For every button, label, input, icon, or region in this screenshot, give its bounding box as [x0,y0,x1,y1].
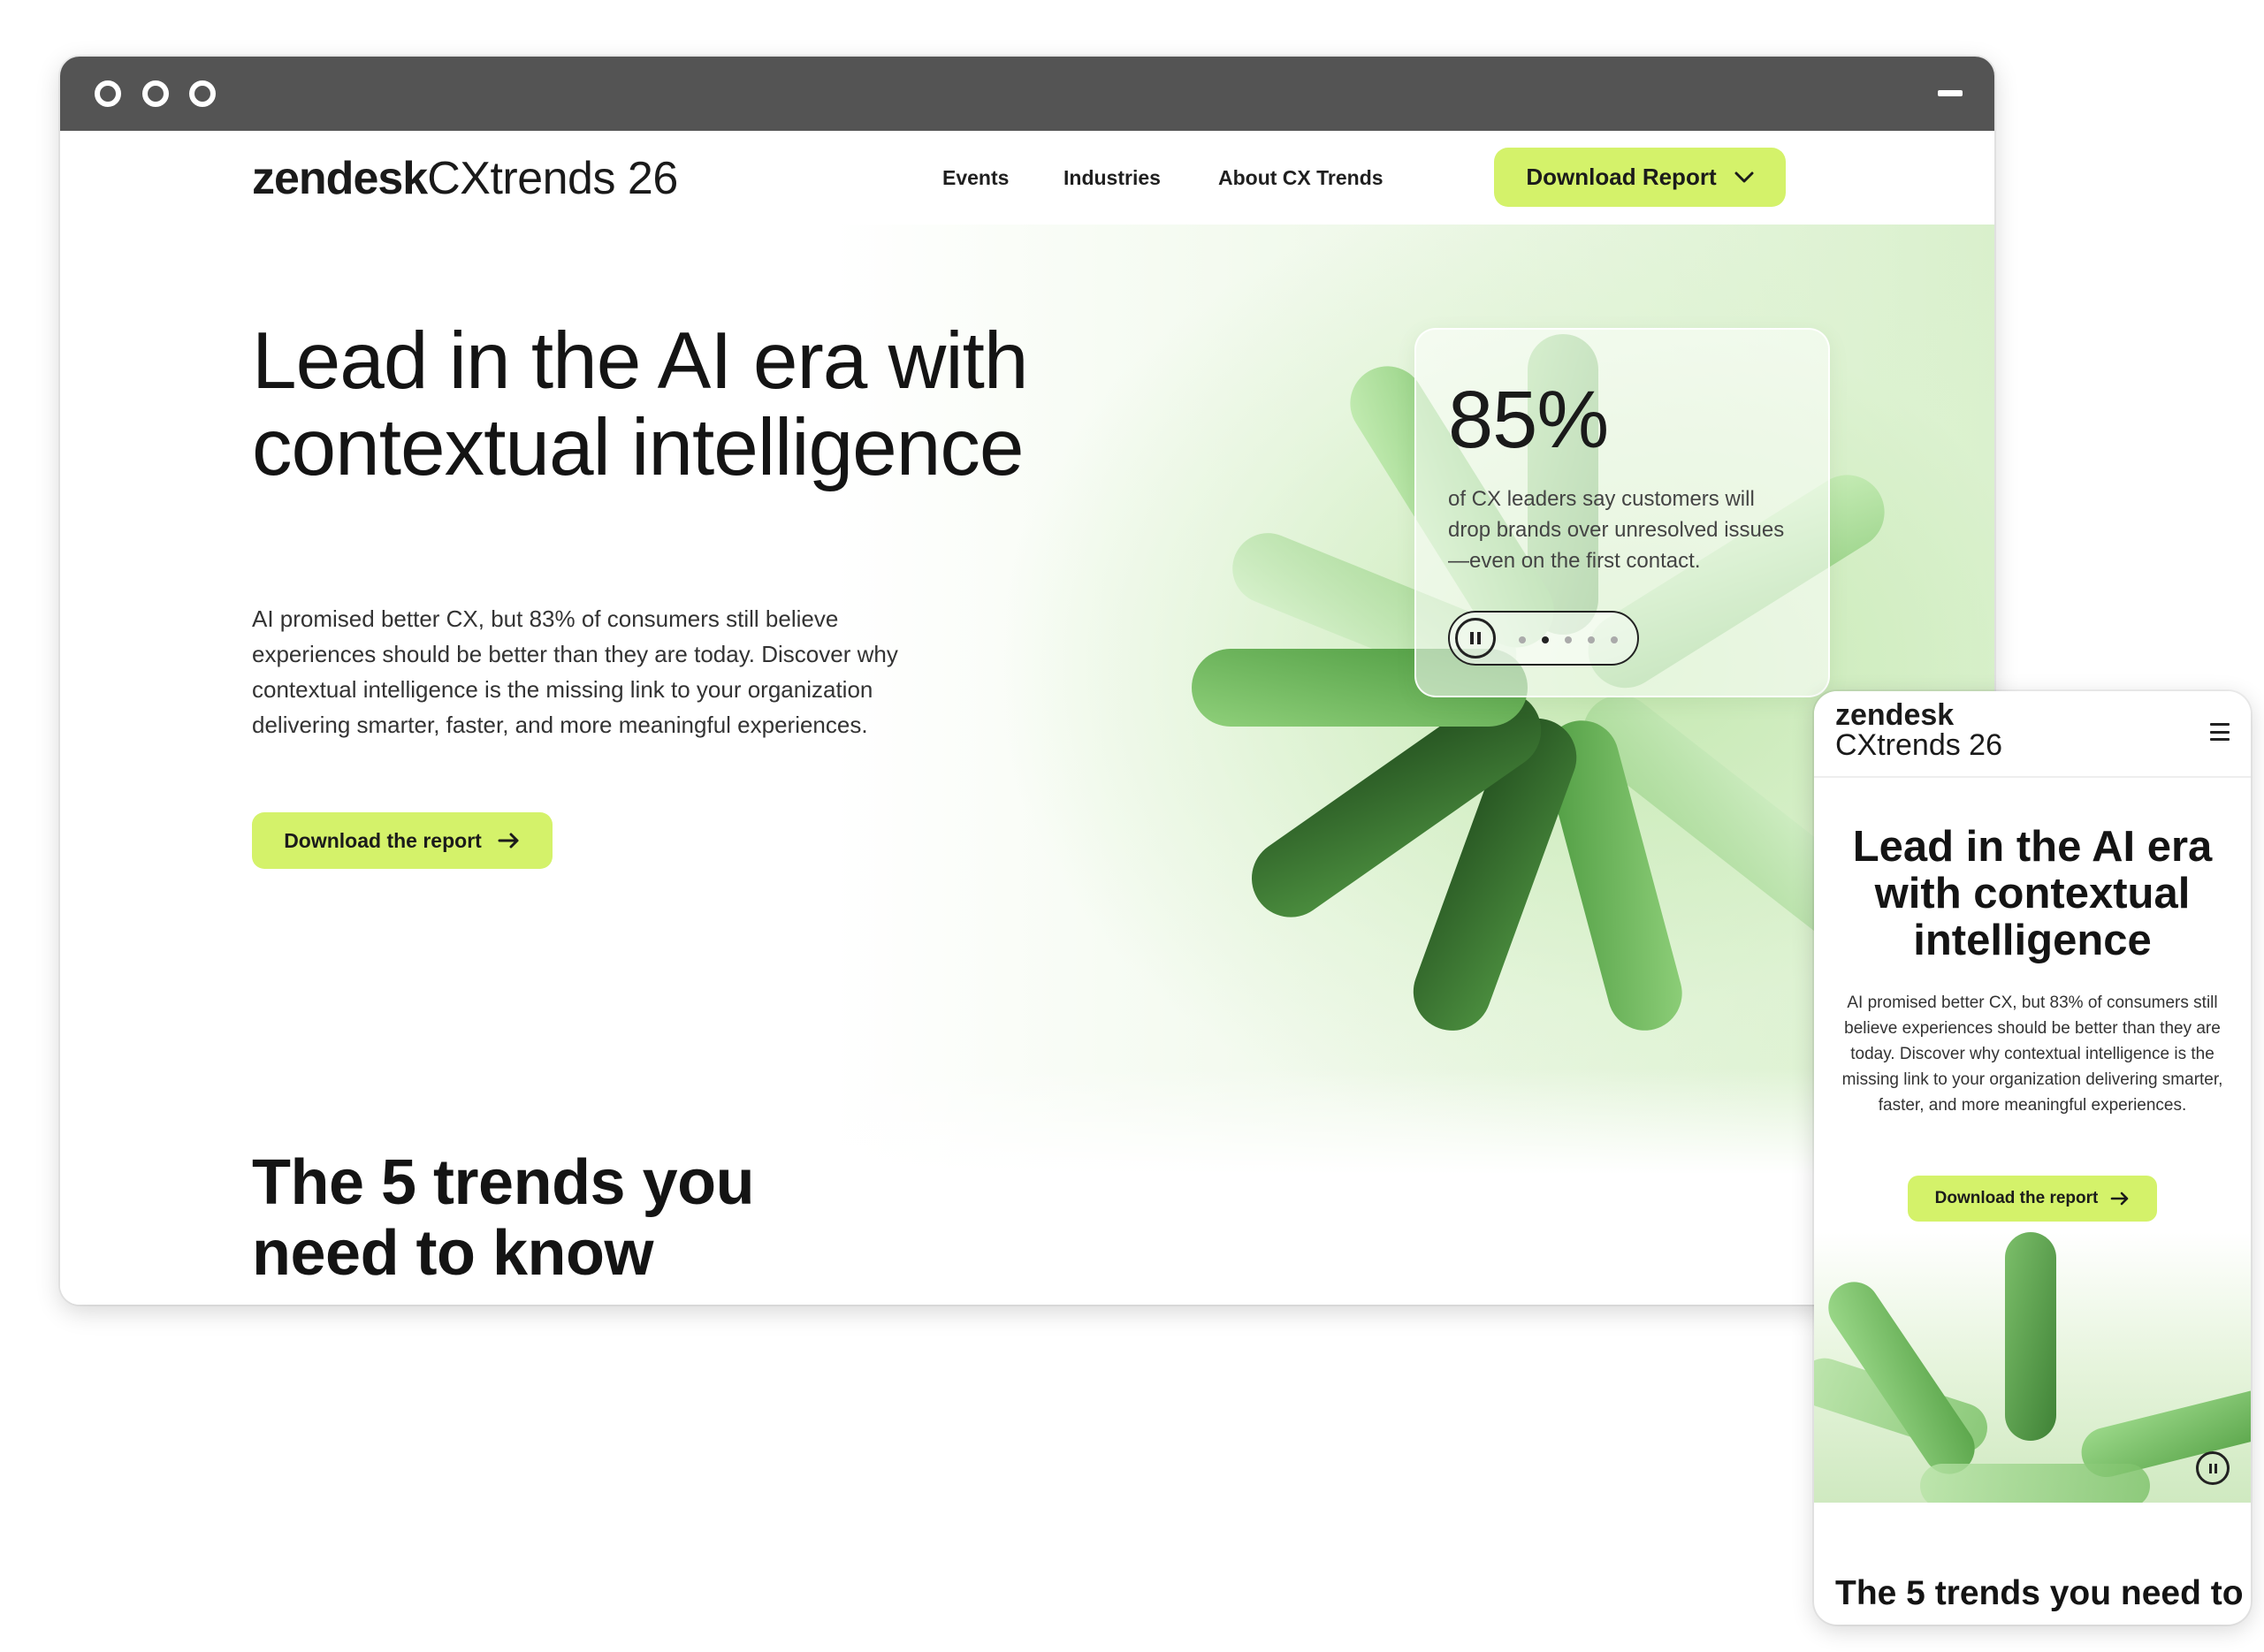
mobile-frame: zendesk CXtrends 26 Lead in the AI era w… [1814,691,2251,1625]
mobile-download-the-report-button[interactable]: Download the report [1908,1176,2157,1222]
stat-card: 85% of CX leaders say customers will dro… [1414,328,1830,697]
download-report-label: Download Report [1526,164,1717,190]
mobile-petal-art [1814,1232,2251,1503]
nav-link-events[interactable]: Events [942,166,1009,190]
nav-link-about-cx-trends[interactable]: About CX Trends [1218,166,1384,190]
arrow-right-icon [498,833,519,849]
arrow-right-icon [2111,1191,2129,1206]
window-maximize-circle-icon[interactable] [189,80,216,107]
window-minimize-circle-icon[interactable] [142,80,169,107]
carousel-dot[interactable] [1519,636,1526,643]
carousel-dot-active[interactable] [1542,636,1549,643]
stat-text: of CX leaders say customers will drop br… [1448,487,1785,573]
hero-title: Lead in the AI era with contextual intel… [252,316,1029,492]
trends-section-title: The 5 trends you need to know [252,1147,755,1289]
petal [2005,1232,2056,1441]
desktop-site: zendeskCXtrends 26 Events Industries Abo… [60,131,1994,1305]
mobile-zendesk-logo[interactable]: zendesk CXtrends 26 [1835,700,2002,760]
mobile-logo-brand: zendesk [1835,698,1955,732]
mobile-pause-icon[interactable] [2196,1451,2230,1485]
cta-label: Download the report [284,828,482,852]
window-minimize-icon[interactable] [1938,90,1963,96]
hero-body: AI promised better CX, but 83% of consum… [252,605,898,738]
window-titlebar [60,57,1994,131]
desktop-browser-window: zendeskCXtrends 26 Events Industries Abo… [60,57,1994,1305]
petal [1920,1464,2150,1503]
hamburger-menu-icon[interactable] [2210,723,2230,741]
mobile-hero-body: AI promised better CX, but 83% of consum… [1841,993,2223,1115]
zendesk-logo[interactable]: zendeskCXtrends 26 [252,152,678,205]
top-navbar: zendeskCXtrends 26 Events Industries Abo… [60,131,1994,225]
logo-brand: zendesk [252,153,428,204]
download-report-button[interactable]: Download Report [1494,148,1786,207]
logo-product: CXtrends 26 [427,153,678,204]
chevron-down-icon [1734,171,1754,182]
window-close-icon[interactable] [95,80,121,107]
nav-link-industries[interactable]: Industries [1063,166,1161,190]
mobile-cta-label: Download the report [1934,1189,2099,1207]
carousel-controls [1448,611,1639,666]
stat-value: 85% [1448,375,1609,465]
download-the-report-button[interactable]: Download the report [252,812,553,869]
mobile-navbar: zendesk CXtrends 26 [1814,691,2251,778]
carousel-dot[interactable] [1565,636,1572,643]
mobile-logo-product: CXtrends 26 [1835,728,2002,762]
carousel-dot[interactable] [1611,636,1618,643]
mobile-hero-title: Lead in the AI era with contextual intel… [1852,823,2213,964]
pause-icon[interactable] [1455,618,1496,659]
carousel-dot[interactable] [1588,636,1595,643]
mobile-hero-art [1814,1232,2251,1503]
mobile-trends-section-title: The 5 trends you need to [1835,1574,2244,1612]
